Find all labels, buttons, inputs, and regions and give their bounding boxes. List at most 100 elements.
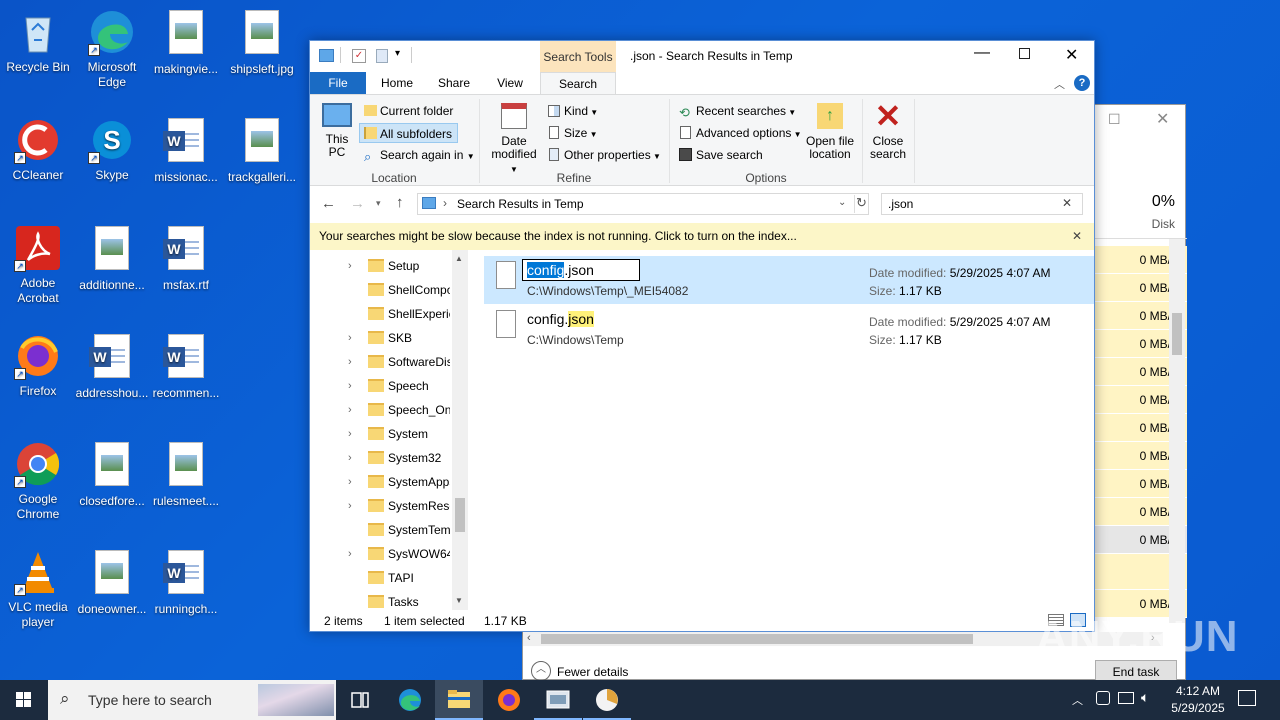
desktop-icon-ccleaner[interactable]: ↗ CCleaner	[0, 116, 76, 183]
desktop-icon-adobe-acrobat[interactable]: ↗ Adobe Acrobat	[0, 224, 76, 306]
scroll-thumb[interactable]	[455, 498, 465, 532]
close-search-button[interactable]: ✕ Close search	[866, 99, 910, 161]
scroll-left-icon[interactable]: ‹	[527, 632, 531, 644]
chevron-right-icon[interactable]: ›	[348, 494, 352, 518]
desktop-icon-addresshou[interactable]: W addresshou...	[74, 332, 150, 401]
chevron-right-icon[interactable]: ›	[348, 326, 352, 350]
desktop-icon-shipsleft[interactable]: shipsleft.jpg	[224, 8, 300, 77]
clear-search-icon[interactable]: ✕	[1062, 196, 1072, 210]
other-properties-button[interactable]: Other properties ▼	[546, 145, 661, 165]
nav-item[interactable]: › SysWOW64	[310, 542, 450, 566]
back-arrow-icon[interactable]: ←	[321, 195, 336, 212]
nav-item[interactable]: › SystemReso	[310, 494, 450, 518]
save-search-button[interactable]: Save search	[676, 145, 763, 165]
desktop-icon-additionne[interactable]: additionne...	[74, 224, 150, 293]
current-folder-button[interactable]: Current folder	[360, 101, 453, 121]
desktop-icon-rulesmeet[interactable]: rulesmeet....	[148, 440, 224, 509]
scroll-down-icon[interactable]: ▼	[455, 596, 463, 605]
desktop-icon-doneowner[interactable]: doneowner...	[74, 548, 150, 617]
help-icon[interactable]: ?	[1074, 75, 1090, 91]
properties-icon[interactable]: ✓	[352, 49, 366, 63]
refresh-icon[interactable]: ↻	[856, 195, 867, 211]
close-infobar-icon[interactable]: ✕	[1072, 223, 1082, 250]
desktop-icon-trackgalleri[interactable]: trackgalleri...	[224, 116, 300, 185]
clock-time[interactable]: 4:12 AM	[1160, 684, 1236, 698]
close-icon[interactable]: ✕	[1156, 109, 1169, 129]
kind-button[interactable]: Kind ▼	[546, 101, 598, 121]
nav-item[interactable]: ShellCompo	[310, 278, 450, 302]
nav-item[interactable]: › SystemApps	[310, 470, 450, 494]
nav-item[interactable]: › SKB	[310, 326, 450, 350]
fewer-details-link[interactable]: Fewer details	[557, 665, 628, 679]
search-box[interactable]: .json ✕	[881, 193, 1083, 215]
taskbar-search-input[interactable]: Type here to search	[88, 692, 212, 708]
this-pc-button[interactable]: This PC	[318, 99, 356, 159]
taskbar-file-explorer[interactable]	[435, 680, 483, 720]
nav-item[interactable]: ShellExperie	[310, 302, 450, 326]
desktop-icon-closedfore[interactable]: closedfore...	[74, 440, 150, 509]
taskbar-edge[interactable]	[386, 680, 434, 720]
tab-share[interactable]: Share	[428, 72, 480, 94]
address-dropdown-icon[interactable]: ⌄	[838, 197, 846, 208]
chevron-right-icon[interactable]: ›	[348, 398, 352, 422]
desktop-icon-firefox[interactable]: ↗ Firefox	[0, 332, 76, 399]
chevron-up-icon[interactable]: ︿	[531, 661, 551, 681]
notifications-icon[interactable]	[1238, 690, 1256, 706]
chevron-right-icon[interactable]: ›	[348, 422, 352, 446]
recent-locations-icon[interactable]: ▾	[376, 198, 381, 209]
tab-search[interactable]: Search	[540, 72, 616, 94]
all-subfolders-button[interactable]: All subfolders	[359, 123, 459, 143]
taskbar-search-box[interactable]: ⌕ Type here to search	[48, 680, 336, 720]
maximize-icon[interactable]	[1019, 48, 1030, 59]
tab-file[interactable]: File	[310, 72, 366, 94]
disk-column-header[interactable]: Disk	[1095, 217, 1187, 231]
close-icon[interactable]: ✕	[1065, 45, 1078, 65]
minimize-icon[interactable]: —	[974, 44, 990, 62]
show-hidden-icons-icon[interactable]: ︿	[1072, 692, 1083, 708]
size-button[interactable]: Size ▼	[546, 123, 597, 143]
search-input[interactable]: .json	[888, 197, 913, 211]
taskbar-app[interactable]	[534, 680, 582, 720]
desktop-icon-google-chrome[interactable]: ↗ Google Chrome	[0, 440, 76, 522]
tab-view[interactable]: View	[486, 72, 534, 94]
nav-item[interactable]: TAPI	[310, 566, 450, 590]
open-file-location-button[interactable]: ↑ Open file location	[800, 99, 860, 161]
taskbar-firefox[interactable]	[485, 680, 533, 720]
nav-item[interactable]: › Speech	[310, 374, 450, 398]
search-result-row[interactable]: config.json C:\Windows\Temp Date modifie…	[484, 305, 1094, 353]
desktop-icon-runningch[interactable]: W runningch...	[148, 548, 224, 617]
nav-item[interactable]: Tasks	[310, 590, 450, 610]
clock-date[interactable]: 5/29/2025	[1160, 701, 1236, 715]
index-warning-bar[interactable]: Your searches might be slow because the …	[310, 223, 1094, 250]
taskbar-task-manager[interactable]	[583, 680, 631, 720]
desktop-icon-recommen[interactable]: W recommen...	[148, 332, 224, 401]
up-arrow-icon[interactable]: ↑	[396, 194, 404, 211]
desktop-icon-recycle-bin[interactable]: Recycle Bin	[0, 8, 76, 75]
search-result-row[interactable]: config.json C:\Windows\Temp\_MEI54082 Da…	[484, 256, 1094, 304]
search-again-button[interactable]: ⌕ Search again in ▼	[360, 145, 475, 165]
forward-arrow-icon[interactable]: →	[350, 195, 365, 212]
network-icon[interactable]	[1118, 692, 1134, 704]
desktop-icon-makingvie[interactable]: makingvie...	[148, 8, 224, 77]
nav-item[interactable]: › System32	[310, 446, 450, 470]
tab-home[interactable]: Home	[372, 72, 422, 94]
desktop-icon-vlc[interactable]: ↗ VLC media player	[0, 548, 76, 630]
address-bar[interactable]: › Search Results in Temp ⌄ ↻	[417, 193, 869, 215]
new-folder-icon[interactable]	[376, 49, 388, 63]
index-warning-text[interactable]: Your searches might be slow because the …	[319, 229, 797, 243]
desktop-icon-msfax[interactable]: W msfax.rtf	[148, 224, 224, 293]
breadcrumb[interactable]: Search Results in Temp	[457, 197, 584, 211]
collapse-ribbon-icon[interactable]: ︿	[1054, 76, 1065, 92]
nav-item[interactable]: › SoftwareDis	[310, 350, 450, 374]
nav-item[interactable]: SystemTemp	[310, 518, 450, 542]
chevron-right-icon[interactable]: ›	[348, 374, 352, 398]
nav-item[interactable]: › System	[310, 422, 450, 446]
nav-item[interactable]: › Setup	[310, 254, 450, 278]
security-tray-icon[interactable]	[1096, 691, 1110, 705]
start-button[interactable]	[0, 680, 48, 720]
desktop-icon-missionac[interactable]: W missionac...	[148, 116, 224, 185]
recent-searches-button[interactable]: ⟲ Recent searches ▼	[676, 101, 796, 121]
scrollbar[interactable]	[1169, 239, 1185, 623]
nav-scrollbar[interactable]: ▲ ▼	[452, 250, 468, 610]
chevron-right-icon[interactable]: ›	[348, 446, 352, 470]
